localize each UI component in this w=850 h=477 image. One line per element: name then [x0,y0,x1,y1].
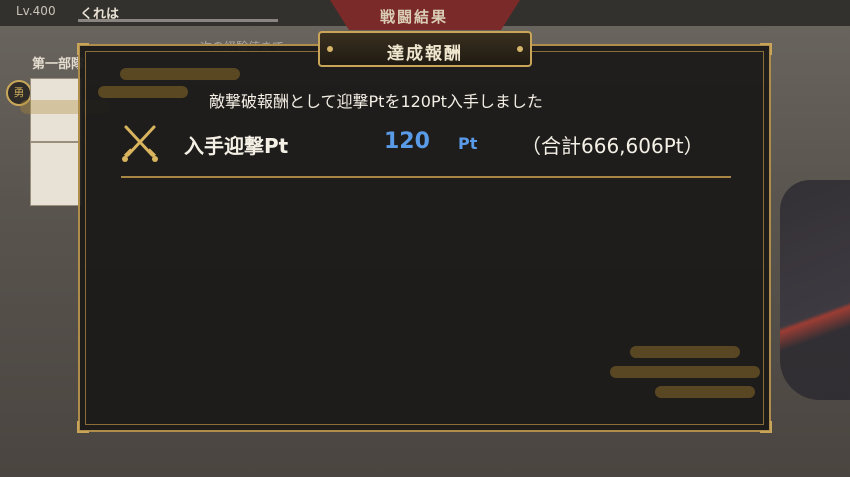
dialog-header: 達成報酬 [318,31,532,67]
screen-title: 戦闘結果 [380,8,449,26]
cloud-ornament [630,346,740,358]
divider-line [121,176,731,178]
frame-corner [77,43,89,55]
reward-label: 入手迎撃Pt [184,134,289,158]
frame-corner [77,421,89,433]
crossed-swords-icon [122,125,158,162]
experience-bar [78,19,278,22]
reward-row: 入手迎撃Pt 120 Pt （合計666,606Pt） [118,118,731,168]
party-label: 第一部隊 [32,57,85,72]
cloud-ornament [610,366,760,378]
sword-card [30,142,82,206]
frame-corner [760,421,772,433]
reward-total: （合計666,606Pt） [521,134,704,158]
frame-corner [760,43,772,55]
reward-message: 敵撃破報酬として迎撃Ptを120Pt入手しました [209,92,543,111]
character-portrait [780,180,850,400]
dialog-title: 達成報酬 [387,44,463,64]
reward-unit: Pt [458,134,478,153]
cloud-ornament [120,68,240,80]
cloud-ornament [655,386,755,398]
player-level: Lv.400 [16,4,56,18]
reward-value: 120 [384,129,430,154]
cloud-ornament [98,86,188,98]
